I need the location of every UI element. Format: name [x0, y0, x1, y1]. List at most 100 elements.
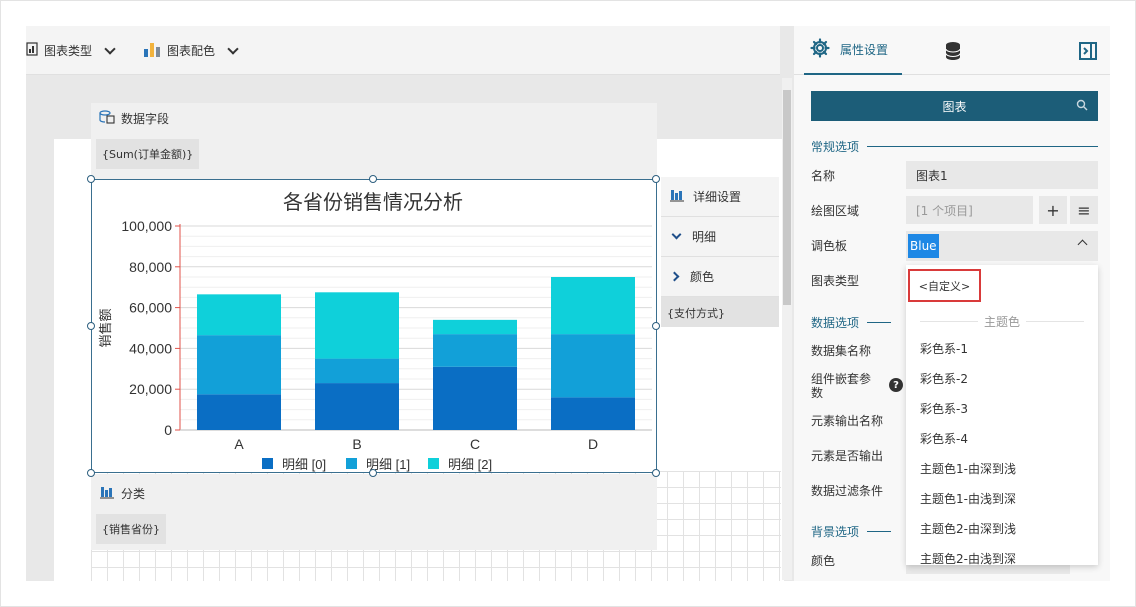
- panel-tabs: 属性设置: [794, 26, 1110, 75]
- plot-area-menu-button[interactable]: ≡: [1070, 196, 1098, 224]
- component-search-bar[interactable]: 图表: [811, 91, 1098, 121]
- chevron-down-icon: [104, 42, 116, 55]
- legend-swatch: [428, 458, 439, 469]
- divider: [867, 146, 1098, 147]
- palette-option[interactable]: 彩色系-1: [920, 340, 968, 357]
- palette-option[interactable]: 主题色2-由浅到深: [920, 550, 1016, 565]
- chart-type-prop-label: 图表类型: [811, 274, 860, 288]
- chart-color-label: 图表配色: [167, 44, 216, 58]
- palette-option[interactable]: 彩色系-4: [920, 430, 968, 447]
- category-title: 分类: [121, 487, 146, 501]
- menu-icon: ≡: [1077, 200, 1091, 220]
- resize-handle-bottom[interactable]: [369, 469, 377, 477]
- x-tick-label: A: [234, 436, 244, 452]
- y-tick-label: 60,000: [129, 300, 172, 316]
- dataset-label: 数据集名称: [811, 344, 872, 358]
- section-data-title: 数据选项: [811, 316, 860, 330]
- database-icon: [944, 42, 962, 64]
- section-data[interactable]: 数据选项: [811, 314, 891, 331]
- database-field-icon: [99, 110, 115, 127]
- resize-handle-top-left[interactable]: [87, 175, 95, 183]
- collapse-panel-button[interactable]: [1078, 41, 1098, 64]
- detail-item-row[interactable]: 明细: [661, 217, 779, 257]
- y-axis-label: 销售额: [98, 308, 113, 347]
- element-output-name-label: 元素输出名称: [811, 414, 884, 428]
- detail-settings-icon: [669, 188, 685, 205]
- toolbar: 图表类型 图表配色: [26, 26, 780, 75]
- bar: [433, 366, 517, 430]
- palette-option[interactable]: 主题色1-由深到浅: [920, 460, 1016, 477]
- chevron-down-icon: [227, 42, 239, 55]
- y-tick-label: 0: [164, 422, 172, 438]
- x-tick-label: C: [470, 436, 480, 452]
- resize-handle-left[interactable]: [87, 322, 95, 330]
- section-general[interactable]: 常规选项: [811, 138, 1098, 155]
- detail-settings-panel: 详细设置 明细 颜色 {支付方式}: [661, 177, 779, 327]
- data-field-chip[interactable]: {Sum(订单金额)}: [96, 139, 200, 169]
- x-tick-label: D: [588, 436, 598, 452]
- bar: [197, 294, 281, 336]
- palette-dropdown: 主题色 彩色系-1 彩色系-2 彩色系-3 彩色系-4 主题色1-由深到浅 主题…: [906, 265, 1098, 565]
- resize-handle-top-right[interactable]: [652, 175, 660, 183]
- chevron-down-icon: [671, 229, 682, 240]
- palette-option[interactable]: 彩色系-2: [920, 370, 968, 387]
- bar: [433, 334, 517, 367]
- data-filter-label: 数据过滤条件: [811, 484, 884, 498]
- bar: [551, 334, 635, 398]
- panel-collapse-icon: [1078, 42, 1098, 64]
- y-tick-label: 40,000: [129, 340, 172, 356]
- chart-type-label: 图表类型: [44, 44, 93, 58]
- bar: [315, 383, 399, 430]
- vertical-scrollbar-thumb[interactable]: [783, 90, 791, 305]
- bar: [551, 277, 635, 335]
- color-field-chip[interactable]: {支付方式}: [661, 297, 779, 327]
- chart-canvas: 各省份销售情况分析 0 20,000 40,000 60,000 80,000 100,00…: [98, 191, 652, 472]
- chevron-up-icon: [1077, 239, 1088, 250]
- bar: [551, 397, 635, 430]
- bar-chart-icon: [143, 41, 161, 60]
- help-icon[interactable]: ?: [889, 378, 903, 392]
- plot-area-field[interactable]: [1 个项目]: [906, 196, 1033, 224]
- chart-color-menu[interactable]: 图表配色: [143, 26, 239, 75]
- chart-type-menu[interactable]: 图表类型: [26, 26, 116, 75]
- bar: [433, 319, 517, 335]
- category-header: 分类: [99, 485, 145, 502]
- palette-option[interactable]: 主题色1-由浅到深: [920, 490, 1016, 507]
- chevron-right-icon: [669, 271, 680, 282]
- search-icon[interactable]: [1076, 99, 1088, 114]
- gear-icon: [810, 38, 830, 61]
- legend-label: 明细 [2]: [448, 457, 492, 472]
- bar: [197, 394, 281, 430]
- resize-handle-bottom-right[interactable]: [652, 469, 660, 477]
- dropdown-group-header: 主题色: [906, 313, 1098, 330]
- category-icon: [99, 485, 115, 502]
- y-tick-label: 20,000: [129, 381, 172, 397]
- bar: [315, 292, 399, 359]
- palette-option[interactable]: 主题色2-由深到浅: [920, 520, 1016, 537]
- chart-title: 各省份销售情况分析: [283, 191, 463, 214]
- palette-select[interactable]: Blue: [906, 231, 1098, 261]
- chart-component[interactable]: 各省份销售情况分析 0 20,000 40,000 60,000 80,000 100,00…: [91, 179, 657, 473]
- data-field-title: 数据字段: [121, 112, 170, 126]
- group-header-label: 主题色: [984, 315, 1021, 329]
- resize-handle-bottom-left[interactable]: [87, 469, 95, 477]
- section-background[interactable]: 背景选项: [811, 523, 891, 540]
- category-chip[interactable]: {销售省份}: [96, 514, 166, 544]
- tab-database[interactable]: [944, 41, 962, 64]
- section-background-title: 背景选项: [811, 525, 860, 539]
- divider: [1026, 321, 1085, 322]
- resize-handle-right[interactable]: [652, 322, 660, 330]
- palette-selected-value: Blue: [908, 234, 939, 258]
- tab-properties[interactable]: 属性设置: [804, 26, 902, 75]
- section-general-title: 常规选项: [811, 140, 860, 154]
- color-item-row[interactable]: 颜色: [661, 257, 779, 297]
- name-input[interactable]: 图表1: [906, 161, 1098, 189]
- tab-properties-label: 属性设置: [840, 43, 889, 57]
- palette-option-custom[interactable]: <自定义>: [908, 269, 981, 302]
- palette-option[interactable]: 彩色系-3: [920, 400, 968, 417]
- component-param-label-line2: 数: [811, 386, 824, 400]
- category-zone[interactable]: [91, 474, 657, 550]
- component-param-label-line1: 组件嵌套参: [811, 372, 872, 386]
- resize-handle-top[interactable]: [369, 175, 377, 183]
- add-plot-area-button[interactable]: +: [1039, 196, 1067, 224]
